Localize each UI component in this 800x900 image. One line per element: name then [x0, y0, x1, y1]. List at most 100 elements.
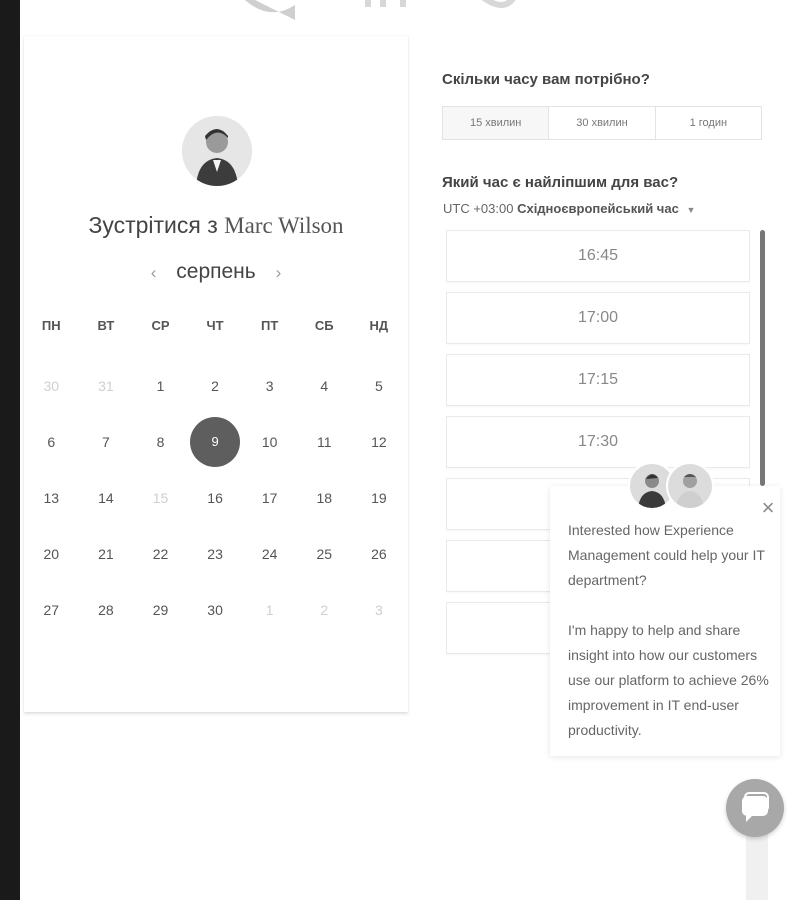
calendar-day-number: 31 [98, 378, 114, 394]
weekday-label: ПТ [261, 318, 279, 333]
time-slot[interactable]: 16:45 [446, 230, 750, 282]
weekday-label: СБ [314, 318, 334, 333]
chevron-right-icon[interactable]: › [262, 263, 296, 282]
brand-logo [245, 0, 516, 20]
calendar-day: 31 [79, 360, 134, 412]
calendar-day-number: 7 [101, 434, 110, 450]
calendar-day-number: 24 [261, 546, 278, 562]
calendar-day[interactable]: 14 [79, 472, 134, 524]
calendar-day-number: 30 [207, 602, 223, 618]
time-slot[interactable]: 17:15 [446, 354, 750, 406]
calendar-week: 13 14 15 16 17 18 19 [24, 472, 408, 524]
calendar-day[interactable]: 17 [242, 472, 297, 524]
timezone-name: Східноєвропейський час [517, 201, 679, 216]
calendar-day-number: 10 [261, 434, 278, 450]
duration-option[interactable]: 15 хвилин [443, 107, 550, 139]
duration-option[interactable]: 1 годин [656, 107, 761, 139]
calendar-day-number: 12 [371, 434, 387, 450]
calendar-day[interactable]: 12 [352, 416, 407, 468]
time-slot[interactable]: 17:00 [446, 292, 750, 344]
calendar-day[interactable]: 18 [297, 472, 352, 524]
calendar-day-number: 18 [316, 490, 333, 506]
calendar-day-number: 23 [207, 546, 223, 562]
calendar-day-number: 30 [43, 378, 60, 394]
calendar-day[interactable]: 25 [297, 528, 352, 580]
calendar-day-number: 17 [261, 490, 278, 506]
calendar-card: Зустрітися з Marc Wilson ‹ серпень › ПН В… [24, 36, 408, 712]
chat-agent-avatar [666, 462, 714, 510]
calendar-day-number: 9 [190, 417, 241, 467]
calendar-day-selected[interactable]: 9 [188, 416, 243, 468]
calendar-day: 2 [297, 584, 352, 636]
calendar-day[interactable]: 29 [133, 584, 188, 636]
calendar-day[interactable]: 3 [242, 360, 297, 412]
duration-question: Скільки часу вам потрібно? [442, 71, 650, 88]
calendar-day-number: 8 [156, 434, 165, 450]
chat-message-text: I'm happy to help and share insight into… [568, 622, 769, 738]
calendar-day-number: 20 [43, 546, 60, 562]
calendar-day[interactable]: 10 [242, 416, 297, 468]
calendar-day[interactable]: 7 [79, 416, 134, 468]
timezone-offset: UTC +03:00 [443, 201, 514, 216]
chevron-left-icon[interactable]: ‹ [137, 263, 171, 282]
timezone-selector[interactable]: UTC +03:00 Східноєвропейський час ▼ [443, 201, 695, 216]
calendar-day[interactable]: 26 [352, 528, 407, 580]
calendar-day-number: 27 [43, 602, 60, 618]
calendar-day[interactable]: 1 [133, 360, 188, 412]
calendar-day-number: 28 [98, 602, 114, 618]
page-left-edge [0, 0, 20, 900]
calendar-day-number: 29 [152, 602, 169, 618]
calendar-day-number: 22 [152, 546, 169, 562]
calendar-day[interactable]: 20 [24, 528, 79, 580]
calendar-day-number: 21 [98, 546, 114, 562]
calendar-day[interactable]: 22 [133, 528, 188, 580]
calendar-day-number: 14 [98, 490, 114, 506]
calendar-day-number: 26 [371, 546, 387, 562]
chat-launcher-button[interactable] [726, 779, 784, 837]
calendar-day-number: 1 [265, 602, 274, 618]
calendar-day: 30 [24, 360, 79, 412]
calendar-day[interactable]: 21 [79, 528, 134, 580]
slot-list-scrollbar[interactable] [760, 230, 765, 486]
caret-down-icon: ▼ [686, 205, 696, 215]
calendar-day[interactable]: 11 [297, 416, 352, 468]
host-avatar [182, 116, 252, 186]
calendar-day-number: 4 [320, 378, 329, 394]
calendar-day[interactable]: 27 [24, 584, 79, 636]
calendar-day: 3 [352, 584, 407, 636]
close-icon[interactable]: × [756, 496, 780, 520]
calendar-day[interactable]: 6 [24, 416, 79, 468]
current-month: серпень [176, 260, 256, 283]
meeting-title: Зустрітися з Marc Wilson [24, 212, 408, 239]
calendar-day[interactable]: 24 [242, 528, 297, 580]
duration-option[interactable]: 30 хвилин [549, 107, 656, 139]
calendar-day-number: 2 [211, 378, 219, 394]
calendar-day-number: 6 [47, 434, 56, 450]
calendar-day-number: 5 [374, 378, 383, 394]
weekday-label: ПН [41, 318, 61, 333]
calendar-day-number: 15 [152, 490, 169, 506]
calendar-day[interactable]: 19 [352, 472, 407, 524]
calendar-day[interactable]: 30 [188, 584, 243, 636]
meeting-title-prefix: Зустрітися з [88, 212, 218, 238]
calendar-day[interactable]: 13 [24, 472, 79, 524]
calendar-day-number: 3 [374, 602, 383, 618]
calendar-day[interactable]: 2 [188, 360, 243, 412]
calendar-day[interactable]: 23 [188, 528, 243, 580]
weekday-label: СР [151, 318, 170, 333]
weekday-label: НД [369, 318, 389, 333]
chat-message: Interested how Experience Management cou… [568, 518, 773, 768]
calendar-day[interactable]: 8 [133, 416, 188, 468]
calendar-week: 27 28 29 30 1 2 3 [24, 584, 408, 636]
duration-selector: 15 хвилин 30 хвилин 1 годин [442, 106, 762, 140]
calendar-day: 15 [133, 472, 188, 524]
time-slot[interactable]: 17:30 [446, 416, 750, 468]
calendar-day[interactable]: 5 [352, 360, 407, 412]
host-name: Marc Wilson [224, 213, 344, 238]
calendar-day-number: 1 [156, 378, 165, 394]
chat-message-text: Interested how Experience Management cou… [568, 522, 765, 588]
calendar-day[interactable]: 16 [188, 472, 243, 524]
calendar-day-number: 25 [316, 546, 333, 562]
calendar-day[interactable]: 28 [79, 584, 134, 636]
calendar-day[interactable]: 4 [297, 360, 352, 412]
